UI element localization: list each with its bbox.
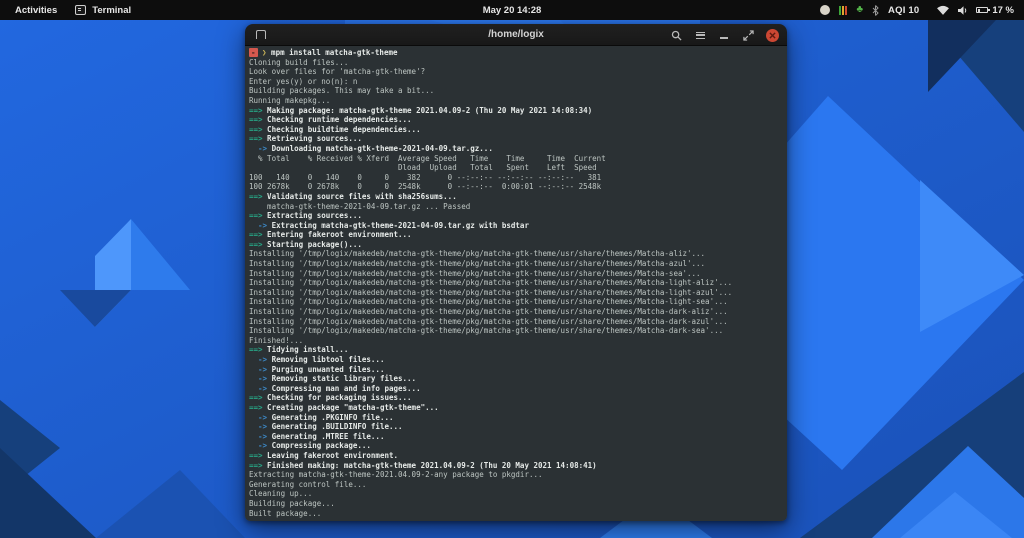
terminal-line: -> Generating .MTREE file...	[249, 431, 385, 441]
terminal-line: - ❯ mpm install matcha-gtk-theme	[249, 48, 398, 57]
terminal-titlebar[interactable]: /home/logix	[245, 24, 787, 46]
terminal-line: -> Removing libtool files...	[249, 355, 385, 364]
terminal-window: /home/logix - ❯ mpm install matcha-gtk-t…	[245, 24, 787, 521]
new-tab-icon	[256, 30, 266, 39]
system-icons: 17 %	[936, 5, 1014, 16]
terminal-line: Finished!...	[249, 335, 304, 345]
terminal-line: 100 140 0 140 0 0 382 0 --:--:-- --:--:-…	[249, 172, 602, 182]
terminal-line: -> Downloading matcha-gtk-theme-2021-04-…	[249, 143, 493, 153]
system-monitor-icon[interactable]	[839, 5, 848, 15]
terminal-line: Installing '/tmp/logix/makedeb/matcha-gt…	[249, 316, 728, 326]
terminal-line: ==> Finished making: matcha-gtk-theme 20…	[249, 460, 597, 470]
terminal-line: Building package...	[249, 498, 335, 508]
terminal-line: Installing '/tmp/logix/makedeb/matcha-gt…	[249, 326, 724, 336]
hamburger-icon	[695, 31, 705, 39]
activities-button[interactable]: Activities	[11, 3, 61, 18]
mail-tray-icon[interactable]	[820, 5, 831, 15]
restore-icon	[742, 29, 754, 41]
search-icon	[671, 30, 682, 41]
terminal-line: Building packages. This may take a bit..…	[249, 86, 435, 96]
terminal-line: ==> Leaving fakeroot environment.	[249, 450, 399, 460]
terminal-line: Installing '/tmp/logix/makedeb/matcha-gt…	[249, 287, 733, 297]
terminal-line: Enter yes(y) or no(n): n	[249, 76, 358, 86]
network-tree-icon[interactable]: ♣	[856, 5, 863, 15]
search-button[interactable]	[670, 29, 682, 41]
terminal-line: -> Compressing man and info pages...	[249, 383, 421, 393]
terminal-line: % Total % Received % Xferd Average Speed…	[249, 153, 606, 163]
terminal-line: Running makepkg...	[249, 95, 331, 105]
menu-button[interactable]	[694, 29, 706, 41]
terminal-line: ==> Checking runtime dependencies...	[249, 115, 412, 125]
top-bar: Activities Terminal May 20 14:28 ♣ AQI 1…	[0, 0, 1024, 20]
terminal-line: Dload Upload Total Spent Left Speed	[249, 163, 597, 173]
system-status-area[interactable]: ♣ AQI 10 17 %	[820, 0, 1024, 20]
minimize-button[interactable]	[718, 29, 730, 41]
terminal-line: ==> Checking buildtime dependencies...	[249, 124, 421, 134]
wifi-icon	[937, 5, 950, 15]
aqi-indicator[interactable]: AQI 10	[888, 5, 919, 16]
terminal-line: ==> Tidying install...	[249, 345, 349, 355]
terminal-line: Installing '/tmp/logix/makedeb/matcha-gt…	[249, 307, 728, 317]
terminal-line: -> Generating .BUILDINFO file...	[249, 422, 403, 432]
terminal-line: matcha-gtk-theme-2021-04-09.tar.gz ... P…	[249, 201, 471, 211]
app-menu-label: Terminal	[92, 4, 132, 16]
new-tab-button[interactable]	[256, 30, 267, 40]
terminal-line: Installing '/tmp/logix/makedeb/matcha-gt…	[249, 249, 706, 259]
terminal-line: Installing '/tmp/logix/makedeb/matcha-gt…	[249, 259, 706, 269]
terminal-line: -> Purging unwanted files...	[249, 364, 385, 374]
terminal-line: Cleaning up...	[249, 489, 313, 499]
close-icon	[769, 31, 776, 39]
terminal-line: ==> Retrieving sources...	[249, 134, 362, 144]
app-menu[interactable]: Terminal	[75, 5, 131, 16]
volume-icon	[958, 5, 967, 15]
bluetooth-icon[interactable]	[872, 4, 879, 16]
terminal-line: Generating control file...	[249, 479, 367, 489]
terminal-line: ==> Extracting sources...	[249, 211, 362, 221]
terminal-line: Installing '/tmp/logix/makedeb/matcha-gt…	[249, 297, 728, 307]
terminal-line: Installing '/tmp/logix/makedeb/matcha-gt…	[249, 268, 701, 278]
terminal-line: ==> Checking for packaging issues...	[249, 393, 412, 403]
restore-button[interactable]	[742, 29, 754, 41]
terminal-line: -> Removing static library files...	[249, 374, 417, 384]
terminal-app-icon	[75, 5, 87, 15]
clock[interactable]: May 20 14:28	[477, 3, 548, 18]
terminal-line: Installing '/tmp/logix/makedeb/matcha-gt…	[249, 278, 733, 288]
window-title: /home/logix	[488, 29, 544, 40]
desktop: Activities Terminal May 20 14:28 ♣ AQI 1…	[0, 0, 1024, 538]
terminal-line: ==> Entering fakeroot environment...	[249, 230, 412, 240]
terminal-line: Cloning build files...	[249, 57, 349, 67]
terminal-line: ==> Creating package "matcha-gtk-theme".…	[249, 402, 439, 412]
terminal-line: ==> Making package: matcha-gtk-theme 202…	[249, 105, 593, 115]
terminal-line: Look over files for 'matcha-gtk-theme'?	[249, 67, 426, 77]
terminal-line: Extracting matcha-gtk-theme-2021.04.09-2…	[249, 470, 543, 480]
terminal-line: -> Generating .PKGINFO file...	[249, 412, 394, 422]
battery-icon	[976, 7, 991, 13]
terminal-line: ==> Validating source files with sha256s…	[249, 191, 457, 201]
terminal-line: Built package...	[249, 508, 322, 518]
terminal-line: -> Compressing package...	[249, 441, 371, 451]
minimize-icon	[720, 37, 728, 39]
terminal-line: 100 2678k 0 2678k 0 0 2548k 0 --:--:-- 0…	[249, 182, 602, 192]
battery-percent: 17 %	[992, 4, 1014, 16]
terminal-line: ==> Starting package()...	[249, 239, 362, 249]
tray-icons: ♣	[820, 5, 879, 16]
terminal-output[interactable]: - ❯ mpm install matcha-gtk-theme Cloning …	[245, 46, 787, 521]
close-button[interactable]	[766, 28, 779, 42]
terminal-line: -> Extracting matcha-gtk-theme-2021-04-0…	[249, 220, 529, 230]
